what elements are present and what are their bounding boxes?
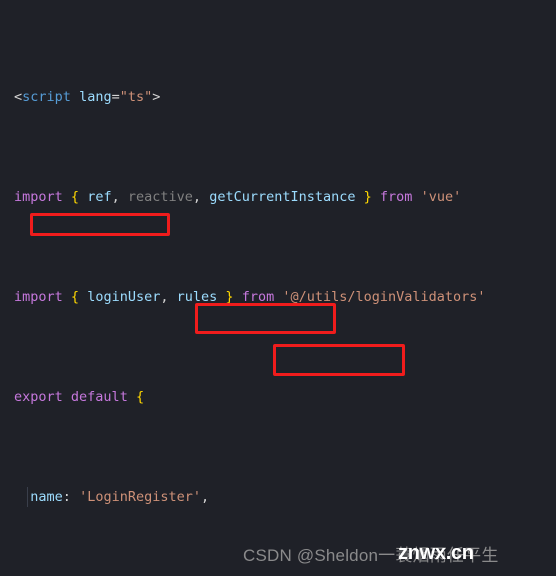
token-comma: , [192,189,202,205]
code-line: export default { [0,387,556,407]
token-keyword-from: from [241,289,275,305]
token-value-loginregister: 'LoginRegister' [79,489,201,505]
token-module-validators: '@/utils/loginValidators' [282,289,486,305]
code-line: import { ref, reactive, getCurrentInstan… [0,187,556,207]
token-attr-lang: lang [79,89,112,105]
token-brace-close: } [363,189,372,205]
token-import-ref: ref [87,189,112,205]
token-import-rules: rules [176,289,218,305]
token-brace-open: { [70,189,80,205]
site-watermark: znwx.cn [398,542,474,564]
token-brace-close: } [225,289,234,305]
token-keyword-export: export [14,389,63,405]
token-lt: < [14,89,23,105]
token-tag-script: script [22,89,71,105]
token-key-name: name [30,489,63,505]
token-colon: : [62,489,71,505]
token-comma: , [111,189,120,205]
token-brace: { [135,389,145,405]
indent-guide [27,487,28,507]
token-keyword-import: import [14,289,63,305]
token-import-loginuser: loginUser [87,289,161,305]
token-brace-open: { [70,289,80,305]
token-equals: = [111,89,120,105]
code-content[interactable]: <script lang="ts"> import { ref, reactiv… [0,0,556,576]
token-import-getcurrentinstance: getCurrentInstance [209,189,356,205]
token-comma: , [200,489,210,505]
token-attr-value: "ts" [119,89,153,105]
code-line: <script lang="ts"> [0,87,556,107]
code-editor-screenshot: <script lang="ts"> import { ref, reactiv… [0,0,556,576]
token-module-vue: 'vue' [420,189,462,205]
token-import-reactive: reactive [127,189,193,205]
code-line: name: 'LoginRegister', [0,487,556,507]
token-gt: > [152,89,161,105]
token-comma: , [160,289,169,305]
code-line: import { loginUser, rules } from '@/util… [0,287,556,307]
token-keyword-default: default [70,389,128,405]
token-keyword-from: from [379,189,413,205]
token-keyword-import: import [14,189,63,205]
